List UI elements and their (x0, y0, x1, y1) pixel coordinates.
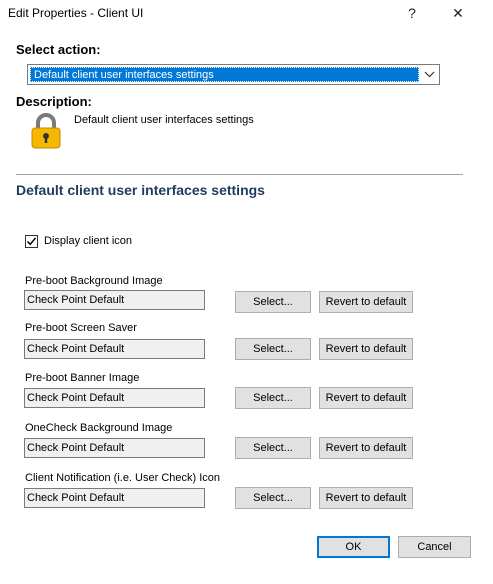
action-dropdown-value: Default client user interfaces settings (30, 67, 419, 82)
field-label: Pre-boot Screen Saver (25, 322, 137, 334)
select-button[interactable]: Select... (235, 338, 311, 360)
lock-icon (30, 112, 62, 150)
description-label: Description: (16, 94, 92, 109)
field-value: Check Point Default (24, 388, 205, 408)
action-dropdown[interactable]: Default client user interfaces settings (27, 64, 440, 85)
select-button[interactable]: Select... (235, 291, 311, 313)
select-action-label: Select action: (16, 42, 101, 57)
revert-to-default-button[interactable]: Revert to default (319, 487, 413, 509)
field-label: Pre-boot Background Image (25, 275, 163, 287)
section-title: Default client user interfaces settings (16, 182, 265, 198)
chevron-down-icon[interactable] (420, 65, 439, 84)
revert-to-default-button[interactable]: Revert to default (319, 338, 413, 360)
field-value: Check Point Default (24, 339, 205, 359)
field-label: Client Notification (i.e. User Check) Ic… (25, 472, 221, 484)
field-value: Check Point Default (24, 488, 205, 508)
select-button[interactable]: Select... (235, 387, 311, 409)
select-button[interactable]: Select... (235, 487, 311, 509)
checkmark-icon (26, 237, 37, 246)
close-button[interactable]: ✕ (447, 2, 469, 24)
cancel-button[interactable]: Cancel (398, 536, 471, 558)
display-client-icon-label: Display client icon (44, 235, 133, 247)
revert-to-default-button[interactable]: Revert to default (319, 291, 413, 313)
select-button[interactable]: Select... (235, 437, 311, 459)
revert-to-default-button[interactable]: Revert to default (319, 437, 413, 459)
window-title: Edit Properties - Client UI (8, 6, 144, 20)
field-label: OneCheck Background Image (25, 422, 173, 434)
description-text: Default client user interfaces settings (74, 114, 254, 126)
ok-button[interactable]: OK (317, 536, 390, 558)
field-value: Check Point Default (24, 438, 205, 458)
divider (16, 174, 463, 175)
field-value: Check Point Default (24, 290, 205, 310)
display-client-icon-checkbox[interactable] (25, 235, 38, 248)
revert-to-default-button[interactable]: Revert to default (319, 387, 413, 409)
help-button[interactable]: ? (401, 2, 423, 24)
field-label: Pre-boot Banner Image (25, 372, 140, 384)
